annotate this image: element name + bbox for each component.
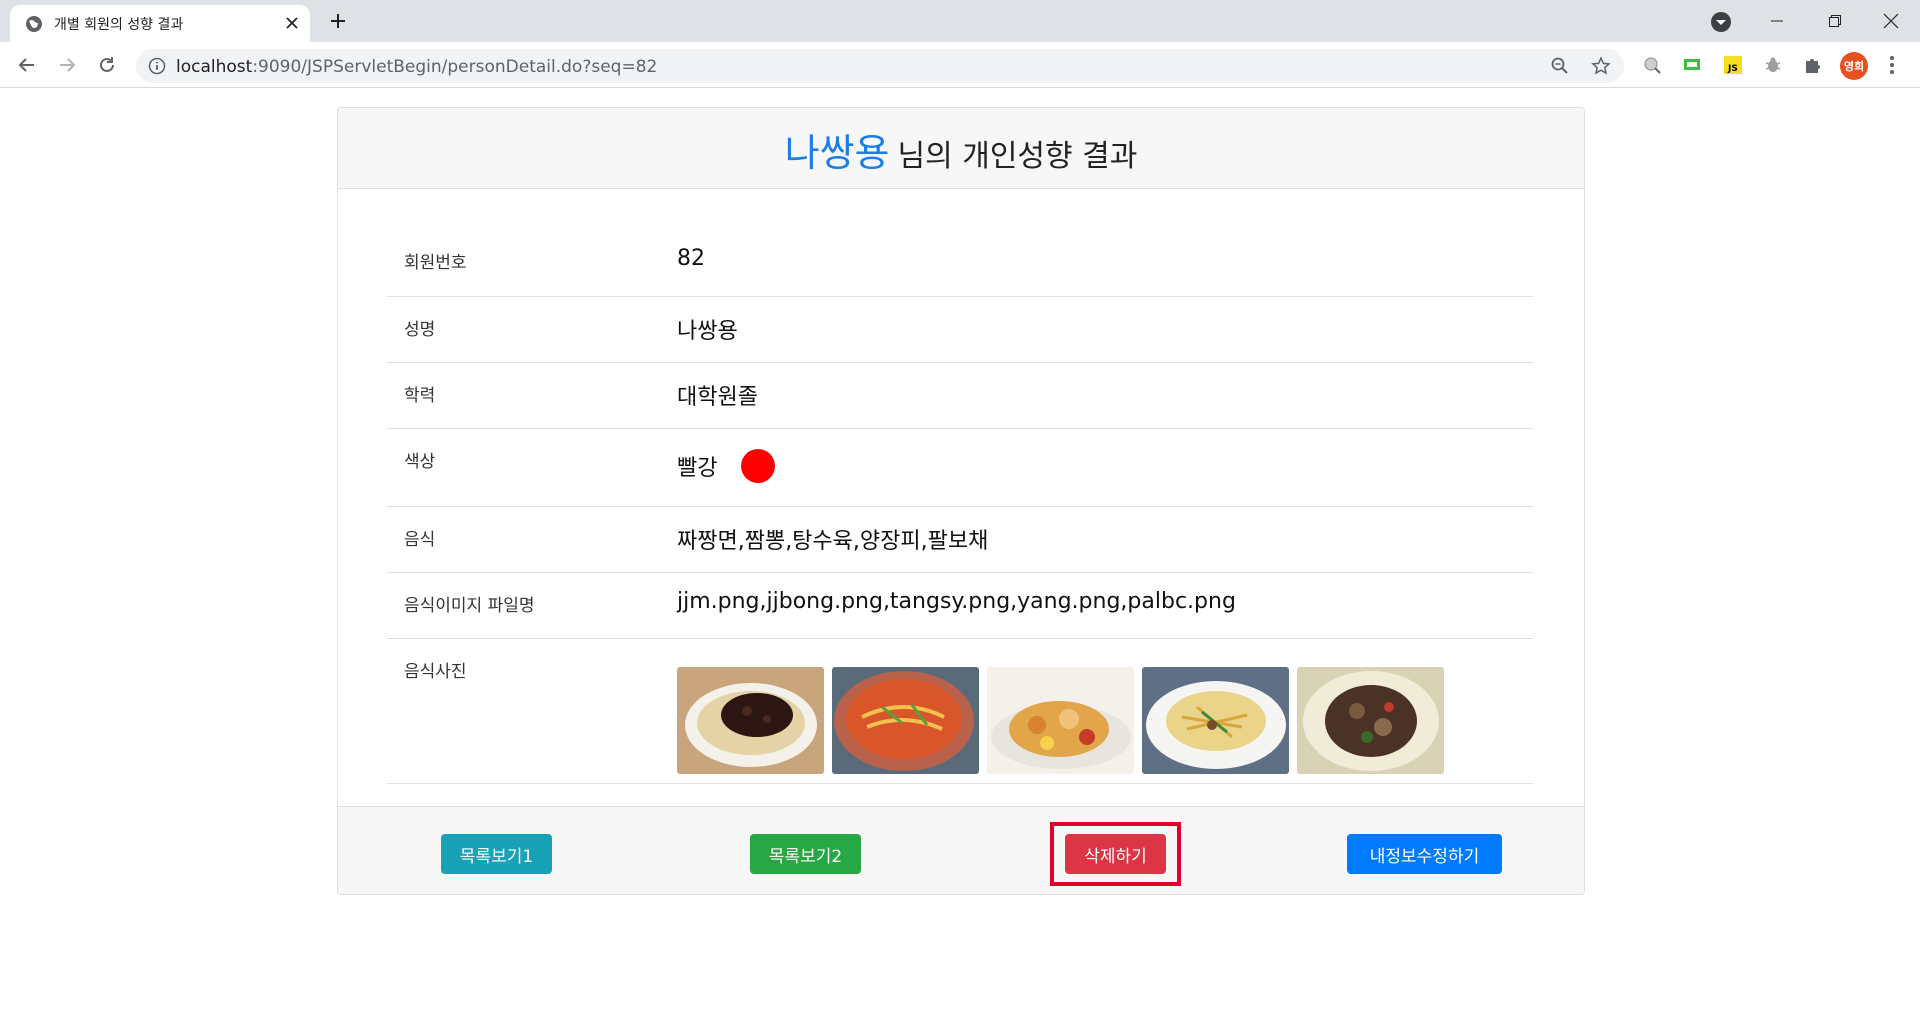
row-label: 음식사진: [387, 638, 677, 784]
row-label: 음식: [387, 506, 677, 573]
food-photo-tangsy: [987, 666, 1134, 774]
puzzle-icon[interactable]: [1802, 54, 1824, 76]
food-photo-yang: [1142, 666, 1289, 774]
food-filename-value: jjm.png,jjbong.png,tangsy.png,yang.png,p…: [677, 572, 1533, 639]
education-value: 대학원졸: [677, 362, 1533, 429]
name-value: 나쌍용: [677, 296, 1533, 363]
row-label: 성명: [387, 296, 677, 363]
js-label: JS: [1727, 64, 1738, 74]
bug-icon[interactable]: [1762, 54, 1784, 76]
table-row: 음식이미지 파일명 jjm.png,jjbong.png,tangsy.png,…: [387, 572, 1533, 639]
browser-toolbar: localhost:9090/JSPServletBegin/personDet…: [0, 42, 1920, 88]
row-label: 색상: [387, 428, 677, 507]
food-photo-jjm: [677, 666, 824, 774]
extension-screen-icon[interactable]: [1681, 54, 1703, 76]
address-bar[interactable]: localhost:9090/JSPServletBegin/personDet…: [136, 49, 1624, 83]
row-label: 회원번호: [387, 230, 677, 297]
food-value: 짜짱면,짬뽕,탕수육,양장피,팔보채: [677, 506, 1533, 573]
info-icon[interactable]: [148, 57, 166, 75]
profile-avatar[interactable]: 영희: [1840, 52, 1868, 80]
color-swatch: [741, 448, 776, 483]
more-menu-icon[interactable]: [1882, 54, 1902, 76]
list2-button[interactable]: 목록보기2: [750, 834, 861, 874]
extension-magnifier-icon[interactable]: [1641, 54, 1663, 76]
bookmark-star-icon[interactable]: [1591, 56, 1611, 76]
browser-titlebar: 개별 회원의 성향 결과: [0, 0, 1920, 42]
row-label: 음식이미지 파일명: [387, 572, 677, 639]
page-title-suffix: 님의 개인성향 결과: [897, 139, 1138, 174]
close-icon[interactable]: [282, 13, 302, 33]
color-cell: 빨강: [677, 428, 1533, 507]
card-footer: 목록보기1 목록보기2 삭제하기 내정보수정하기: [338, 806, 1584, 894]
tab-title: 개별 회원의 성향 결과: [54, 17, 184, 33]
edit-profile-button[interactable]: 내정보수정하기: [1347, 834, 1502, 874]
back-icon[interactable]: [14, 52, 40, 78]
color-value: 빨강: [677, 455, 718, 481]
table-row: 회원번호 82: [387, 230, 1533, 297]
url-text[interactable]: localhost:9090/JSPServletBegin/personDet…: [176, 57, 657, 77]
detail-table: 회원번호 82 성명 나쌍용 학력 대학원졸 색상 빨강 음식 짜짱면,짬뽕,탕…: [387, 230, 1533, 784]
card-header: 나쌍용 님의 개인성향 결과: [338, 108, 1584, 189]
food-photos-cell: [677, 638, 1533, 784]
table-row: 음식사진: [387, 638, 1533, 784]
minimize-icon[interactable]: [1748, 0, 1806, 42]
extension-js-icon[interactable]: JS: [1722, 54, 1744, 76]
url-path: :9090/JSPServletBegin/personDetail.do?se…: [252, 57, 658, 77]
table-row: 음식 짜짱면,짬뽕,탕수육,양장피,팔보채: [387, 506, 1533, 573]
table-row: 성명 나쌍용: [387, 296, 1533, 363]
forward-icon[interactable]: [54, 52, 80, 78]
new-tab-icon[interactable]: [326, 9, 350, 33]
result-card: 나쌍용 님의 개인성향 결과 회원번호 82 성명 나쌍용 학력 대학원졸 색상 …: [337, 107, 1585, 895]
url-host: localhost: [176, 57, 253, 77]
browser-tab[interactable]: 개별 회원의 성향 결과: [10, 5, 310, 42]
member-name-title: 나쌍용: [784, 131, 890, 175]
table-row: 색상 빨강: [387, 428, 1533, 507]
window-close-icon[interactable]: [1862, 0, 1920, 42]
list1-button[interactable]: 목록보기1: [441, 834, 552, 874]
food-photo-jjbong: [832, 666, 979, 774]
table-row: 학력 대학원졸: [387, 362, 1533, 429]
restore-icon[interactable]: [1806, 0, 1864, 42]
globe-icon: [26, 16, 42, 32]
row-label: 학력: [387, 362, 677, 429]
reload-icon[interactable]: [94, 52, 120, 78]
zoom-icon[interactable]: [1550, 56, 1570, 76]
delete-button[interactable]: 삭제하기: [1065, 834, 1166, 874]
food-photo-palbc: [1297, 666, 1444, 774]
tab-search-icon[interactable]: [1710, 11, 1732, 33]
member-seq-value: 82: [677, 230, 1533, 297]
